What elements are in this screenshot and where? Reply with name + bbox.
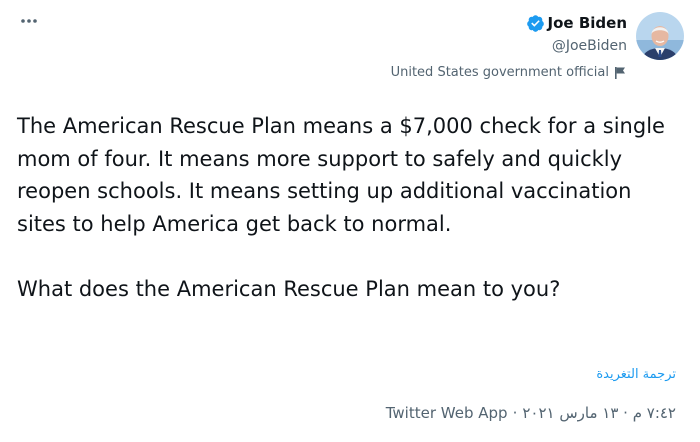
tweet-meta: Twitter Web App · ٧:٤٢ م · ١٣ مارس ٢٠٢١ — [386, 404, 676, 422]
tweet-source[interactable]: Twitter Web App — [386, 404, 508, 422]
name-row: Joe Biden — [526, 12, 627, 34]
author-handle[interactable]: @JoeBiden — [552, 38, 627, 54]
flag-icon — [615, 66, 625, 79]
more-options-button[interactable] — [17, 10, 41, 32]
author-name[interactable]: Joe Biden — [548, 14, 627, 32]
government-label: United States government official — [391, 65, 627, 80]
tweet-timestamp[interactable]: ٧:٤٢ م · ١٣ مارس ٢٠٢١ — [522, 404, 676, 422]
verified-badge-icon — [526, 14, 544, 32]
author-info: Joe Biden @JoeBiden United States govern… — [391, 12, 627, 80]
avatar[interactable] — [636, 12, 684, 60]
meta-separator: · — [512, 404, 518, 422]
tweet-header: Joe Biden @JoeBiden United States govern… — [391, 12, 684, 80]
government-label-text: United States government official — [390, 65, 609, 80]
translate-tweet-link[interactable]: ترجمة التغريدة — [596, 367, 676, 382]
tweet-text: The American Rescue Plan means a $7,000 … — [17, 114, 665, 301]
more-horizontal-icon — [21, 19, 37, 23]
